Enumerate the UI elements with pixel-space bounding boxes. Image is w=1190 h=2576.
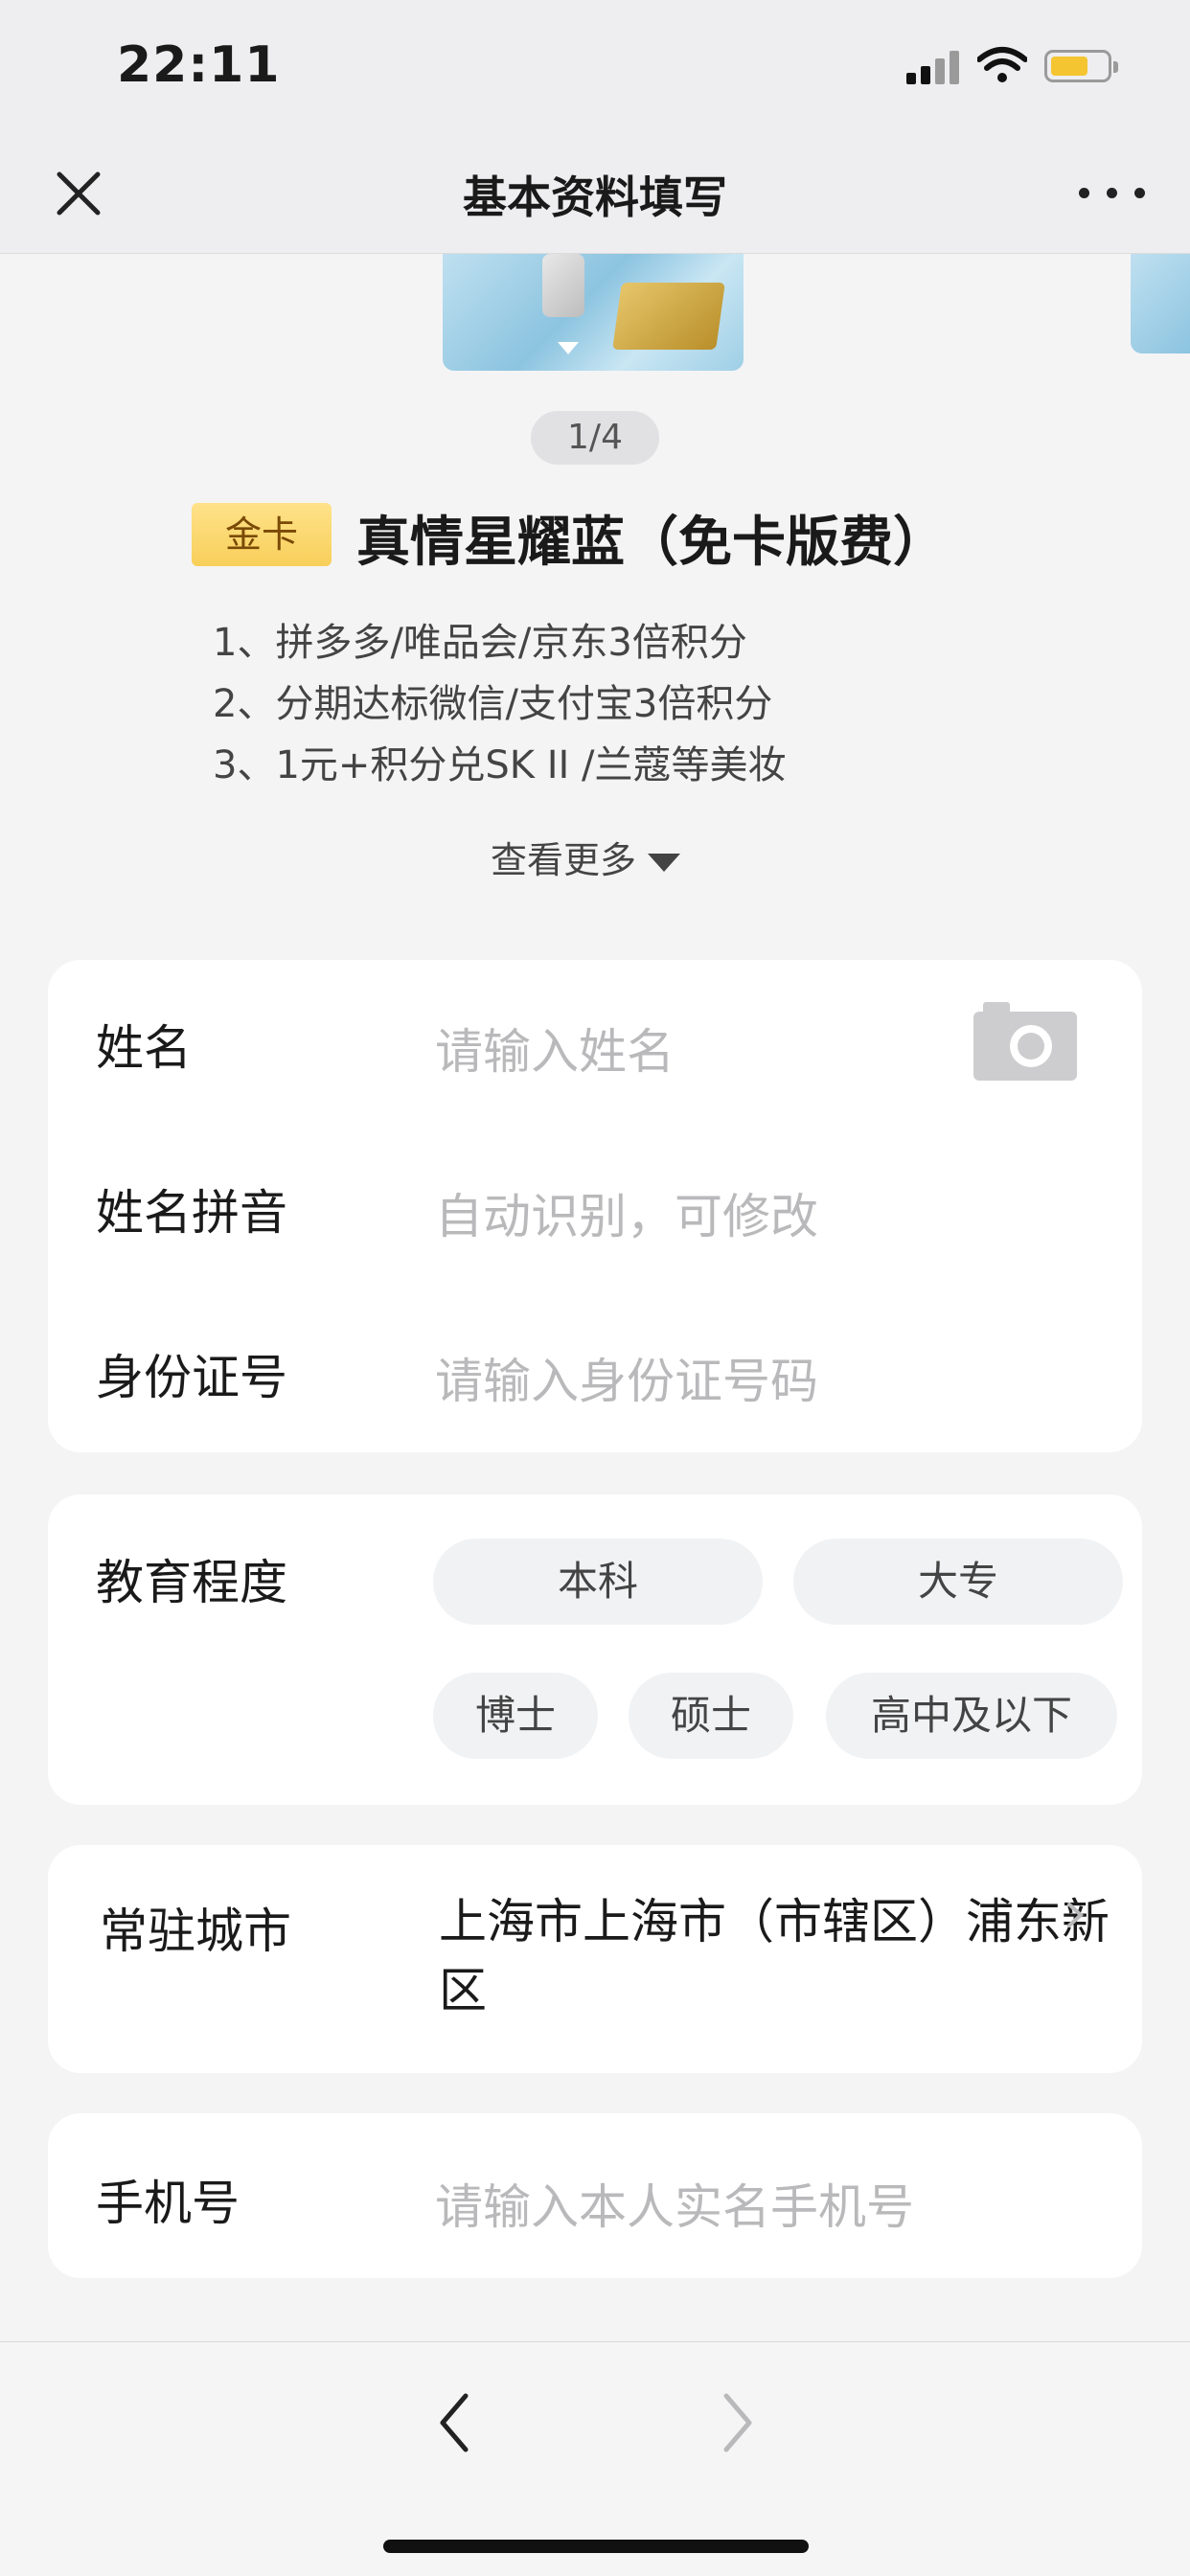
city-value[interactable]: 上海市上海市（市辖区）浦东新区 <box>439 1887 1110 2025</box>
cellular-signal-icon <box>906 50 960 84</box>
see-more-label: 查看更多 <box>491 839 637 881</box>
name-label: 姓名 <box>96 1020 192 1076</box>
credit-card-image[interactable] <box>443 254 744 371</box>
phone-input[interactable]: 请输入本人实名手机号 <box>435 2169 914 2238</box>
see-more-link[interactable]: 查看更多 <box>491 831 681 883</box>
identity-panel: 姓名 请输入姓名 姓名拼音 自动识别，可修改 身份证号 请输入身份证号码 <box>48 960 1142 1452</box>
card-chip <box>542 254 584 317</box>
wifi-icon <box>977 47 1027 82</box>
id-number-label: 身份证号 <box>96 1350 287 1405</box>
status-bar: 22:11 <box>0 0 1190 134</box>
carousel-pager: 1/4 <box>531 411 659 465</box>
city-label: 常驻城市 <box>100 1904 291 1959</box>
education-panel: 教育程度 本科 大专 博士 硕士 高中及以下 <box>48 1494 1142 1805</box>
id-number-input[interactable]: 请输入身份证号码 <box>435 1343 818 1412</box>
chevron-right-icon[interactable] <box>1062 1901 1090 1929</box>
caret-down-icon <box>648 854 681 872</box>
education-option-master[interactable]: 硕士 <box>629 1673 793 1759</box>
pinyin-label: 姓名拼音 <box>96 1185 287 1241</box>
home-indicator <box>383 2540 809 2553</box>
name-input[interactable]: 请输入姓名 <box>435 1014 675 1083</box>
page-title: 基本资料填写 <box>463 171 727 223</box>
camera-icon[interactable] <box>970 998 1081 1083</box>
phone-label: 手机号 <box>96 2176 240 2231</box>
more-options-icon[interactable] <box>1079 182 1146 205</box>
nav-bar: 基本资料填写 <box>0 134 1190 254</box>
card-name: 真情星耀蓝（免卡版费） <box>356 512 947 574</box>
education-option-junior-college[interactable]: 大专 <box>793 1539 1123 1625</box>
back-arrow-icon[interactable] <box>427 2384 485 2461</box>
pinyin-input[interactable]: 自动识别，可修改 <box>435 1178 818 1247</box>
education-label: 教育程度 <box>96 1555 287 1610</box>
education-option-bachelor[interactable]: 本科 <box>433 1539 763 1625</box>
card-caret-icon <box>558 342 579 354</box>
status-time: 22:11 <box>117 36 281 94</box>
forward-arrow-icon[interactable] <box>707 2384 765 2461</box>
card-level-badge: 金卡 <box>192 503 332 566</box>
education-option-doctorate[interactable]: 博士 <box>433 1673 598 1759</box>
battery-icon <box>1044 50 1118 82</box>
feature-item: 2、分期达标微信/支付宝3倍积分 <box>213 682 773 726</box>
phone-panel: 手机号 请输入本人实名手机号 <box>48 2113 1142 2278</box>
feature-item: 3、1元+积分兑SK II /兰蔻等美妆 <box>213 743 787 787</box>
unionpay-logo <box>612 283 725 350</box>
education-option-high-school[interactable]: 高中及以下 <box>826 1673 1117 1759</box>
city-panel[interactable]: 常驻城市 上海市上海市（市辖区）浦东新区 <box>48 1845 1142 2073</box>
next-card-image[interactable] <box>1131 254 1190 353</box>
feature-item: 1、拼多多/唯品会/京东3倍积分 <box>213 621 747 665</box>
